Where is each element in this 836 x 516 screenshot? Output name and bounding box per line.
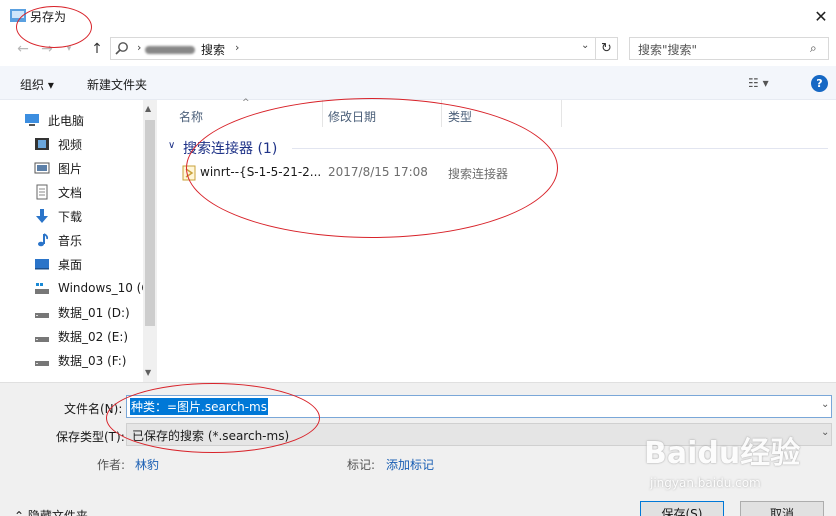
sidebar-item-label: 图片 <box>58 161 83 176</box>
scroll-up-icon[interactable]: ▲ <box>145 104 151 113</box>
music-icon <box>38 233 49 247</box>
pictures-folder-icon <box>34 162 50 174</box>
sidebar-item-label: Windows_10 (C <box>58 281 150 295</box>
address-dropdown-icon[interactable]: ⌄ <box>581 40 589 51</box>
command-toolbar: 组织 ▾ 新建文件夹 ☷ ▾ ? <box>0 66 836 100</box>
chevron-down-icon[interactable]: ⌄ <box>821 399 829 410</box>
column-divider[interactable] <box>561 100 562 127</box>
column-header-name[interactable]: 名称 <box>179 108 203 125</box>
forward-button[interactable]: → <box>38 40 56 58</box>
sidebar-item-drive-f[interactable]: 数据_03 (F:) <box>34 349 154 371</box>
sidebar-item-label: 音乐 <box>58 233 83 248</box>
sidebar-item-label: 数据_01 (D:) <box>58 305 130 320</box>
up-button[interactable]: ↑ <box>88 40 106 58</box>
group-collapse-icon[interactable]: ∨ <box>168 140 175 151</box>
sidebar-item-videos[interactable]: 视频 <box>34 133 154 155</box>
drive-icon <box>35 313 49 318</box>
breadcrumb-separator[interactable]: › <box>235 41 239 54</box>
breadcrumb-separator: › <box>137 41 142 54</box>
tags-label: 标记: <box>347 458 376 472</box>
refresh-button[interactable]: ↻ <box>595 38 617 59</box>
sidebar-item-this-pc[interactable]: 此电脑 <box>24 109 144 131</box>
new-folder-button[interactable]: 新建文件夹 <box>87 76 147 93</box>
system-drive-icon <box>35 283 49 294</box>
video-folder-icon <box>35 138 49 150</box>
help-button[interactable]: ? <box>811 75 828 92</box>
redacted-breadcrumb <box>145 46 195 54</box>
watermark-brand: Baidu经验 <box>644 436 801 471</box>
sidebar-item-desktop[interactable]: 桌面 <box>34 253 154 275</box>
sidebar-item-drive-c[interactable]: Windows_10 (C <box>34 277 154 299</box>
filename-value[interactable]: 种类：=图片.search-ms <box>130 398 269 415</box>
baidu-watermark: Baidu经验 jingyan.baidu.com <box>640 424 830 504</box>
sidebar-item-documents[interactable]: 文档 <box>34 181 154 203</box>
recent-locations-icon[interactable]: ▾ <box>60 40 78 58</box>
desktop-icon <box>35 259 49 270</box>
sidebar-item-downloads[interactable]: 下载 <box>34 205 154 227</box>
back-button[interactable]: ← <box>14 40 32 58</box>
search-input[interactable]: 搜索"搜索" ⌕ <box>629 37 829 60</box>
drive-icon <box>35 361 49 366</box>
column-divider[interactable] <box>441 100 442 127</box>
author-label: 作者: <box>97 458 126 472</box>
sidebar-item-label: 数据_03 (F:) <box>58 353 127 368</box>
save-dialog-icon <box>10 9 26 22</box>
sidebar-item-pictures[interactable]: 图片 <box>34 157 154 179</box>
address-bar[interactable]: › 搜索 › ⌄ ↻ <box>110 37 618 60</box>
computer-icon <box>25 114 39 126</box>
column-divider[interactable] <box>322 100 323 127</box>
hide-folders-toggle[interactable]: ⌃ 隐藏文件夹 <box>14 507 88 516</box>
sidebar-item-label: 此电脑 <box>48 113 85 128</box>
sidebar-item-label: 下载 <box>58 209 83 224</box>
navigation-pane: 此电脑 视频 图片 文档 下载 音乐 桌面 Windows_10 (C 数据_0… <box>0 100 157 382</box>
search-connector-icon <box>182 165 196 181</box>
watermark-url: jingyan.baidu.com <box>650 476 761 490</box>
breadcrumb-search[interactable]: 搜索 <box>201 41 225 58</box>
sidebar-item-drive-e[interactable]: 数据_02 (E:) <box>34 325 154 347</box>
search-icon[interactable]: ⌕ <box>810 41 817 56</box>
sidebar-item-label: 桌面 <box>58 257 83 272</box>
sidebar-item-drive-d[interactable]: 数据_01 (D:) <box>34 301 154 323</box>
documents-folder-icon <box>36 184 48 200</box>
add-tags-link[interactable]: 添加标记 <box>386 456 434 473</box>
drive-icon <box>35 337 49 342</box>
file-list: ^ 名称 修改日期 类型 ∨ 搜索连接器 (1) winrt--{S-1-5-2… <box>158 98 836 382</box>
title-bar: 另存为 ✕ <box>0 0 836 32</box>
filename-label: 文件名(N): <box>64 402 123 416</box>
sidebar-item-music[interactable]: 音乐 <box>34 229 154 251</box>
group-header[interactable]: 搜索连接器 (1) <box>183 138 277 158</box>
group-divider <box>292 148 828 149</box>
column-header-type[interactable]: 类型 <box>448 108 472 125</box>
sort-indicator-icon: ^ <box>242 98 250 108</box>
filetype-value: 已保存的搜索 (*.search-ms) <box>132 429 290 443</box>
window-title: 另存为 <box>30 10 67 24</box>
sidebar-item-label: 文档 <box>58 185 83 200</box>
column-header-date[interactable]: 修改日期 <box>328 108 376 125</box>
sidebar-item-label: 视频 <box>58 137 83 152</box>
file-modified-date: 2017/8/15 17:08 <box>328 165 428 179</box>
filename-input[interactable]: 种类：=图片.search-ms ⌄ <box>126 395 832 418</box>
organize-button[interactable]: 组织 ▾ <box>20 76 54 93</box>
search-placeholder: 搜索"搜索" <box>638 43 698 57</box>
scrollbar-thumb[interactable] <box>145 120 155 326</box>
search-location-icon <box>115 42 128 55</box>
author-value[interactable]: 林豹 <box>135 456 159 473</box>
download-icon <box>36 209 48 223</box>
view-options-button[interactable]: ☷ ▾ <box>748 76 769 90</box>
filetype-label: 保存类型(T): <box>56 430 125 444</box>
file-name[interactable]: winrt--{S-1-5-21-2... <box>200 165 321 179</box>
file-type: 搜索连接器 <box>448 167 509 181</box>
close-button[interactable]: ✕ <box>806 2 836 30</box>
navigation-scrollbar[interactable]: ▲ ▼ <box>143 100 157 382</box>
sidebar-item-label: 数据_02 (E:) <box>58 329 129 344</box>
scroll-down-icon[interactable]: ▼ <box>145 368 151 377</box>
